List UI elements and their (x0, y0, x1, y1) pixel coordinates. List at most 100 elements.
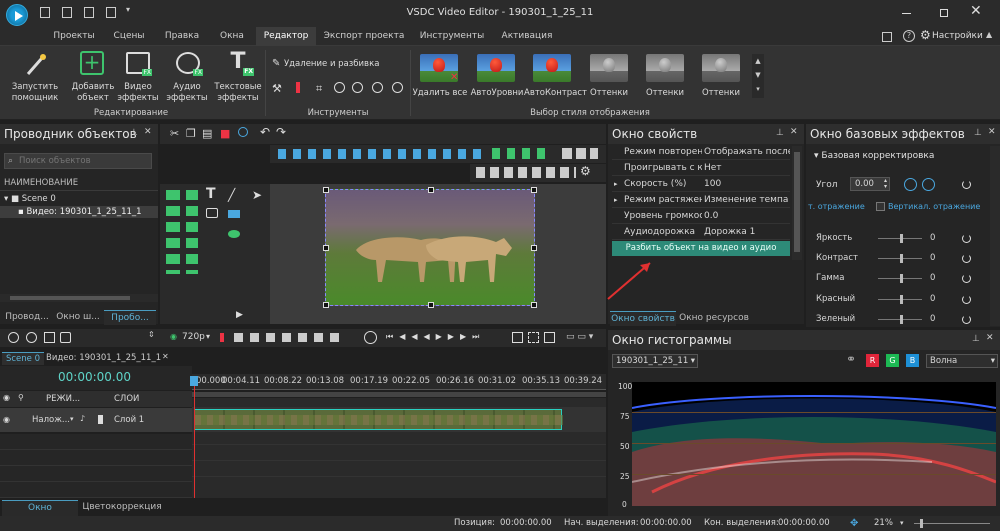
layer-mode-dropdown-icon[interactable]: ▾ (70, 415, 74, 423)
properties-vscroll[interactable] (792, 146, 802, 260)
timeline-more-icons[interactable]: ▭ ▭ ▾ (566, 332, 593, 342)
playhead[interactable] (194, 376, 195, 498)
tree-video[interactable]: ▪ Видео: 190301_1_25_11_1 (0, 206, 158, 218)
add-subtitle-icon[interactable] (206, 208, 218, 218)
rotate-cw-icon[interactable] (922, 178, 935, 191)
loop-icon[interactable] (512, 332, 523, 343)
add-object-button[interactable]: Добавить объект (66, 82, 120, 104)
quick-access-dropdown-icon[interactable]: ▾ (126, 5, 130, 14)
layer-mode[interactable]: Налож... (32, 415, 70, 425)
prop-row[interactable]: Аудиодорожка Дорожка 1 (612, 224, 790, 240)
add-line-icon[interactable]: ╱ (228, 188, 235, 202)
add-text-icon[interactable]: T (206, 186, 216, 202)
delete-icon[interactable]: ■ (220, 127, 230, 140)
remove-layer-icon[interactable] (26, 332, 37, 343)
zoom-slider-knob[interactable] (920, 519, 923, 528)
layer-name[interactable]: Слой 1 (114, 415, 144, 425)
video-frame[interactable] (323, 187, 537, 308)
add-shape-icons[interactable] (166, 190, 180, 274)
undo-icon[interactable]: ↶ (260, 125, 270, 139)
prop-row[interactable]: Уровень громкос 0.0 (612, 208, 790, 224)
tool-split-icon[interactable] (334, 82, 345, 93)
style-thumb-autocontrast[interactable] (533, 54, 571, 82)
record-icon[interactable] (60, 332, 71, 343)
menu-scenes[interactable]: Сцены (104, 27, 154, 46)
channel-r-toggle[interactable]: R (866, 354, 879, 367)
arrange-icons[interactable] (492, 148, 552, 159)
explorer-search[interactable]: ⌕ (4, 153, 152, 169)
prop-row[interactable]: Проигрывать с кс Нет (612, 160, 790, 176)
menu-windows[interactable]: Окна (210, 27, 254, 46)
copy-icon[interactable]: ❐ (186, 127, 196, 140)
playback-controls[interactable]: ⏮◀◀◀▶▶▶⏭ (386, 332, 485, 342)
timeline-tracks-area[interactable] (192, 398, 606, 498)
settings-gear-icon[interactable]: ⚙ (920, 28, 931, 42)
angle-input[interactable]: 0.00 ▴ ▾ (850, 177, 890, 191)
layer-order-icons[interactable] (476, 167, 576, 178)
tab-resources[interactable]: Окно ресурсов (678, 311, 750, 325)
save-as-icon[interactable] (62, 7, 72, 18)
expand-arrow-icon[interactable]: ▸ (614, 176, 618, 192)
reset-icon[interactable] (962, 274, 971, 283)
menu-edit[interactable]: Правка (156, 27, 208, 46)
menu-export[interactable]: Экспорт проекта (318, 27, 410, 46)
menu-projects[interactable]: Проекты (46, 27, 102, 46)
minimize-icon[interactable] (902, 13, 911, 14)
collapse-ribbon-icon[interactable]: ▲ (986, 30, 992, 39)
snap-icon[interactable] (544, 332, 555, 343)
select-icon[interactable] (238, 127, 248, 137)
menu-editor[interactable]: Редактор (256, 27, 316, 46)
scene-tab[interactable]: Scene 0 (2, 352, 44, 365)
tab-color-correction[interactable]: Цветокоррекция (80, 500, 164, 514)
timeline-ruler[interactable]: 00.000 00:04.11 00:08.22 00:13.08 00:17.… (192, 374, 606, 390)
channel-link-icon[interactable]: ⚭ (846, 352, 856, 366)
zoom-slider[interactable] (914, 523, 990, 524)
export-icon[interactable] (84, 7, 94, 18)
align-icons[interactable] (278, 149, 488, 159)
tool-mark-icon[interactable] (296, 82, 300, 93)
tool-crop-icon[interactable]: ⌗ (316, 82, 322, 96)
effects-pin-icon[interactable]: ⊥ (974, 128, 982, 138)
record-marker-icon[interactable] (220, 333, 224, 342)
angle-reset-icon[interactable] (962, 180, 971, 189)
mirror-v-checkbox[interactable] (876, 202, 885, 211)
effects-section-header[interactable]: ▾ Базовая корректировка (814, 151, 934, 161)
rotate-ccw-icon[interactable] (904, 178, 917, 191)
prop-row[interactable]: ▸ Скорость (%) 100 (612, 176, 790, 192)
help-icon[interactable]: ? (903, 30, 915, 42)
explorer-pin-icon[interactable]: ⊥ (130, 128, 138, 138)
tool-speed-icon[interactable] (352, 82, 363, 93)
redo-icon[interactable]: ↷ (276, 125, 286, 139)
layer-lock-icon[interactable] (98, 415, 103, 424)
explorer-hscroll[interactable] (0, 294, 158, 302)
add-rect-icon[interactable] (228, 210, 240, 218)
canvas-settings-icon[interactable]: ⚙ (580, 164, 591, 178)
save-icon[interactable] (40, 7, 50, 18)
tool-more-icon[interactable] (392, 82, 403, 93)
prop-row[interactable]: ▸Режим растяжениИзменение темпа (612, 192, 790, 208)
tab-explorer[interactable]: Провод... (2, 310, 52, 324)
clock-icon[interactable] (364, 331, 377, 344)
timecode[interactable]: 00:00:00.00 (58, 370, 131, 384)
preview-canvas[interactable] (270, 184, 606, 324)
video-clip[interactable] (194, 409, 563, 430)
histogram-source-select[interactable]: 190301_1_25_11 ▾ (612, 354, 698, 368)
fullscreen-icon[interactable] (528, 332, 539, 343)
video-tab[interactable]: Видео: 190301_1_25_11_1 (46, 352, 170, 365)
group-icons[interactable] (562, 148, 598, 159)
tool-cut-icon[interactable]: ⚒ (272, 82, 282, 95)
toolbox-expand-icon[interactable]: ▶ (236, 310, 243, 320)
tool-rotate-icon[interactable] (372, 82, 383, 93)
add-layer-icon[interactable] (8, 332, 19, 343)
audio-effects-button[interactable]: Аудио эффекты (162, 82, 212, 104)
style-thumb-autolevels[interactable] (477, 54, 515, 82)
add-chart-icons[interactable] (186, 190, 198, 274)
expand-arrow-icon[interactable]: ▸ (614, 192, 618, 208)
cut-icon[interactable]: ✂ (170, 127, 179, 140)
mirror-h-label[interactable]: т. отражение (808, 202, 865, 211)
pointer-icon[interactable]: ➤ (252, 188, 262, 202)
split-video-audio-button[interactable]: Разбить объект на видео и аудио (612, 241, 790, 256)
properties-close-icon[interactable]: ✕ (790, 127, 798, 137)
zoom-fit-icon[interactable]: ✥ (850, 516, 858, 531)
playhead-handle[interactable] (190, 376, 198, 386)
